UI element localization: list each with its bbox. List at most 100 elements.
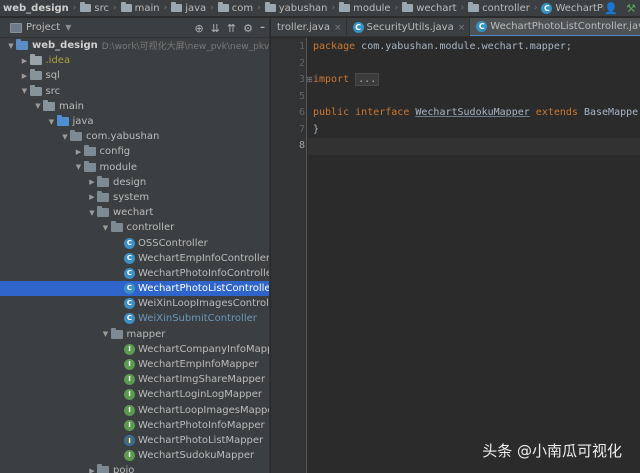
- chevron-right-icon[interactable]: ▶: [87, 193, 97, 201]
- tree-file-item[interactable]: I WechartLoopImagesMapper: [0, 403, 269, 418]
- tree-folder-item[interactable]: ▶ .idea: [0, 53, 269, 68]
- tree-file-item[interactable]: C OSSController: [0, 235, 269, 250]
- close-icon[interactable]: ×: [458, 23, 466, 33]
- tree-folder-item[interactable]: ▶ config: [0, 144, 269, 159]
- breadcrumb-item[interactable]: wechart: [399, 2, 459, 14]
- tree-item-label: module: [99, 161, 137, 173]
- line-number-gutter: 1 2 3 ⊞ 5 6 7 8: [271, 38, 313, 473]
- tree-file-item[interactable]: I WechartCompanyInfoMapper: [0, 342, 269, 357]
- tree-item-label: sql: [45, 70, 60, 82]
- tree-folder-item[interactable]: ▶ sql: [0, 68, 269, 83]
- chevron-down-icon[interactable]: ▼: [6, 42, 16, 50]
- tree-file-item[interactable]: C WeiXinLoopImagesController: [0, 296, 270, 311]
- code-line: import ...: [313, 72, 380, 89]
- caret-down-icon[interactable]: ▼: [65, 23, 71, 32]
- tree-folder-item[interactable]: ▼ controller: [0, 220, 269, 235]
- close-icon[interactable]: ×: [334, 23, 342, 33]
- keyword-token: package: [313, 41, 362, 52]
- tree-file-item[interactable]: C WechartPhotoListController: [0, 281, 269, 297]
- tree-file-item[interactable]: C WechartPhotoInfoController: [0, 266, 269, 281]
- fold-icon[interactable]: ⊞: [306, 75, 313, 84]
- project-panel-title[interactable]: Project: [26, 22, 60, 33]
- breadcrumb-item[interactable]: yabushan: [262, 2, 331, 14]
- chevron-right-icon[interactable]: ▶: [20, 72, 30, 80]
- class-icon: C: [124, 237, 135, 249]
- tree-item-label: web_design: [32, 40, 98, 52]
- folder-icon: [29, 69, 42, 81]
- breadcrumb-label: java: [185, 2, 207, 14]
- editor-tab[interactable]: CWechartPhotoListController.java×: [470, 18, 640, 36]
- hammer-icon[interactable]: ⚒: [626, 2, 636, 15]
- class-icon: C: [124, 298, 135, 310]
- folder-icon: [29, 84, 42, 96]
- tree-item-label: com.yabushan: [86, 131, 160, 143]
- chevron-down-icon[interactable]: ▼: [60, 133, 70, 141]
- chevron-down-icon[interactable]: ▼: [101, 224, 111, 232]
- breadcrumb-item[interactable]: com: [215, 2, 256, 14]
- tree-item-label: WeiXinLoopImagesController: [138, 298, 270, 310]
- tree-file-item[interactable]: I WechartPhotoListMapper: [0, 433, 269, 448]
- chevron-down-icon[interactable]: ▼: [20, 87, 30, 95]
- breadcrumb-item[interactable]: web_design: [0, 3, 72, 14]
- tree-file-item[interactable]: I WechartImgShareMapper: [0, 372, 269, 387]
- folder-icon: [16, 39, 28, 51]
- folder-icon: [80, 2, 92, 12]
- chevron-right-icon[interactable]: ▶: [87, 178, 97, 186]
- tree-file-item[interactable]: I WechartEmpInfoMapper: [0, 357, 269, 372]
- chevron-down-icon[interactable]: ▼: [101, 330, 111, 338]
- folded-imports[interactable]: ...: [355, 73, 380, 86]
- tree-folder-item[interactable]: ▼ mapper: [0, 327, 269, 342]
- crosshair-icon[interactable]: ⊕: [194, 23, 203, 34]
- tree-item-label: controller: [126, 222, 175, 234]
- tree-file-item[interactable]: I WechartPhotoInfoMapper: [0, 418, 269, 433]
- tab-label: SecurityUtils.java: [366, 22, 454, 33]
- chevron-right-icon[interactable]: ▶: [74, 148, 84, 156]
- interface-icon: I: [124, 419, 135, 431]
- expand-icon[interactable]: ⇈: [227, 23, 236, 34]
- tree-item-label: WechartLoginLogMapper: [138, 389, 263, 401]
- breadcrumb-item[interactable]: src: [77, 2, 112, 14]
- editor-tab[interactable]: troller.java ×: [271, 18, 347, 36]
- user-icon[interactable]: 👤: [604, 2, 618, 15]
- tree-folder-item[interactable]: ▶ pojo: [0, 463, 269, 473]
- tab-label: WechartPhotoListController.java: [490, 21, 640, 32]
- gear-icon[interactable]: ⚙: [243, 23, 253, 34]
- breadcrumb-item[interactable]: controller: [465, 2, 533, 14]
- chevron-down-icon[interactable]: ▼: [47, 118, 57, 126]
- tree-item-label: design: [113, 176, 147, 188]
- breadcrumb-item[interactable]: module: [336, 2, 393, 14]
- tree-folder-item[interactable]: ▼ wechart: [0, 205, 269, 220]
- tree-folder-item[interactable]: ▼ com.yabushan: [0, 129, 269, 144]
- folder-icon: [43, 99, 55, 111]
- chevron-down-icon[interactable]: ▼: [33, 102, 43, 110]
- tree-item-label: wechart: [113, 207, 154, 219]
- line-number: 1: [298, 41, 305, 52]
- watermark: 头条 @小南瓜可视化: [482, 442, 622, 460]
- tree-file-item[interactable]: I WechartSudokuMapper: [0, 448, 269, 463]
- interface-icon: I: [124, 404, 135, 416]
- editor-tab[interactable]: C SecurityUtils.java ×: [347, 18, 471, 36]
- tree-folder-item[interactable]: ▶ system: [0, 190, 269, 205]
- chevron-down-icon[interactable]: ▼: [87, 209, 97, 217]
- tree-folder-item[interactable]: ▼ src: [0, 84, 269, 99]
- breadcrumb-item[interactable]: main: [118, 2, 163, 14]
- module-path: D:\work\可视化大屏\new_pvk\new_pkvie: [101, 42, 270, 53]
- package-icon: [83, 160, 96, 172]
- code-editor[interactable]: 1 2 3 ⊞ 5 6 7 8 package com.yabushan.module.wec…: [271, 38, 640, 473]
- tree-folder-item[interactable]: ▶ design: [0, 175, 269, 190]
- chevron-right-icon[interactable]: ▶: [20, 57, 30, 65]
- class-icon: C: [352, 22, 364, 33]
- tree-file-item[interactable]: C WeiXinSubmitController: [0, 311, 269, 326]
- tree-folder-item[interactable]: ▼ main: [0, 99, 269, 114]
- chevron-down-icon[interactable]: ▼: [74, 163, 84, 171]
- hide-icon[interactable]: –: [260, 23, 265, 33]
- chevron-right-icon[interactable]: ▶: [87, 467, 97, 473]
- tree-folder-item[interactable]: ▼ module: [0, 160, 269, 175]
- tree-folder-item[interactable]: ▼ web_design D:\work\可视化大屏\new_pvk\new_pkv…: [0, 38, 270, 53]
- tree-file-item[interactable]: C WechartEmpInfoController: [0, 251, 269, 266]
- tree-file-item[interactable]: I WechartLoginLogMapper: [0, 387, 269, 402]
- collapse-icon[interactable]: ⇊: [211, 23, 220, 34]
- tree-folder-item[interactable]: ▼ java: [0, 114, 269, 129]
- breadcrumb-item[interactable]: java: [168, 2, 209, 14]
- tree-item-label: src: [45, 85, 61, 97]
